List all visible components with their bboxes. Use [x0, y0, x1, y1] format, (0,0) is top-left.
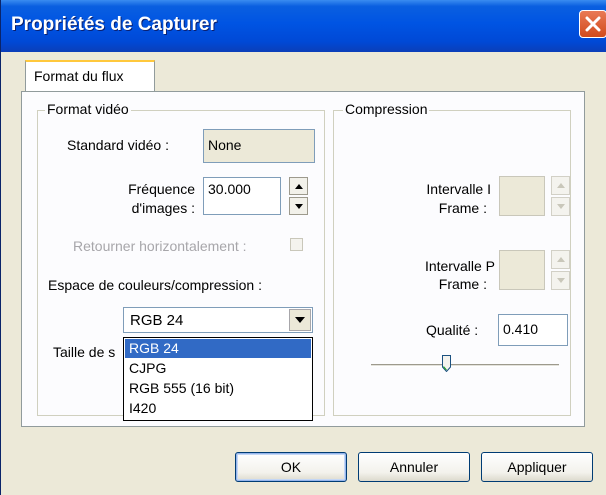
- compression-legend: Compression: [343, 101, 430, 117]
- colorspace-option[interactable]: RGB 555 (16 bit): [125, 379, 311, 398]
- arrow-up-icon: [294, 183, 303, 189]
- chevron-down-icon: [295, 317, 305, 323]
- pframe-interval-down-button[interactable]: [551, 271, 570, 290]
- quality-input[interactable]: 0.410: [498, 314, 568, 346]
- frame-rate-label-line2: d'images :: [131, 200, 195, 216]
- video-format-legend: Format vidéo: [45, 101, 131, 117]
- properties-dialog: Propriétés de Capturer Format du flux Fo…: [0, 0, 606, 495]
- frame-rate-up-button[interactable]: [289, 177, 308, 195]
- pframe-interval-label-line2: Frame :: [438, 276, 487, 292]
- video-standard-label: Standard vidéo :: [67, 137, 169, 153]
- tab-label: Format du flux: [34, 68, 124, 84]
- video-standard-field: None: [203, 129, 315, 163]
- quality-slider-track[interactable]: [371, 364, 559, 367]
- colorspace-option[interactable]: RGB 24: [125, 339, 311, 358]
- colorspace-option[interactable]: CJPG: [125, 359, 311, 378]
- pframe-interval-label-line1: Intervalle P: [424, 258, 495, 274]
- video-standard-value: None: [208, 137, 242, 153]
- quality-label: Qualité :: [426, 322, 479, 338]
- ok-button[interactable]: OK: [235, 452, 347, 482]
- pframe-interval-up-button[interactable]: [551, 250, 570, 269]
- frame-size-label: Taille de s: [53, 344, 116, 360]
- colorspace-label: Espace de couleurs/compression :: [48, 277, 262, 293]
- quality-slider-thumb[interactable]: [442, 355, 451, 372]
- colorspace-dropdown-button[interactable]: [289, 309, 311, 331]
- arrow-down-icon: [294, 203, 303, 209]
- frame-rate-input[interactable]: 30.000: [203, 177, 281, 215]
- flip-horizontal-label: Retourner horizontalement :: [73, 238, 247, 254]
- pframe-interval-input[interactable]: [499, 250, 545, 290]
- close-icon: [585, 16, 601, 32]
- close-button[interactable]: [579, 10, 606, 38]
- window-title: Propriétés de Capturer: [11, 14, 217, 35]
- quality-value: 0.410: [503, 321, 539, 337]
- flip-horizontal-checkbox[interactable]: [290, 238, 303, 251]
- frame-rate-value: 30.000: [208, 181, 251, 197]
- colorspace-dropdown-list: RGB 24 CJPG RGB 555 (16 bit) I420: [123, 337, 313, 421]
- colorspace-option[interactable]: I420: [125, 399, 311, 418]
- iframe-interval-up-button[interactable]: [551, 176, 570, 195]
- title-bar[interactable]: Propriétés de Capturer: [1, 0, 606, 52]
- iframe-interval-down-button[interactable]: [551, 197, 570, 216]
- iframe-interval-label-line2: Frame :: [438, 200, 487, 216]
- arrow-up-icon: [556, 257, 565, 262]
- frame-rate-label-line1: Fréquence: [128, 181, 195, 197]
- apply-button[interactable]: Appliquer: [481, 452, 593, 482]
- iframe-interval-input[interactable]: [499, 176, 545, 216]
- frame-rate-down-button[interactable]: [289, 197, 308, 215]
- arrow-up-icon: [556, 183, 565, 188]
- arrow-down-icon: [556, 204, 565, 209]
- iframe-interval-label-line1: Intervalle I: [426, 181, 491, 197]
- tab-stream-format[interactable]: Format du flux: [25, 60, 155, 92]
- colorspace-select-value: RGB 24: [130, 312, 184, 329]
- colorspace-select[interactable]: RGB 24: [123, 307, 313, 333]
- cancel-button[interactable]: Annuler: [358, 452, 470, 482]
- arrow-down-icon: [556, 278, 565, 283]
